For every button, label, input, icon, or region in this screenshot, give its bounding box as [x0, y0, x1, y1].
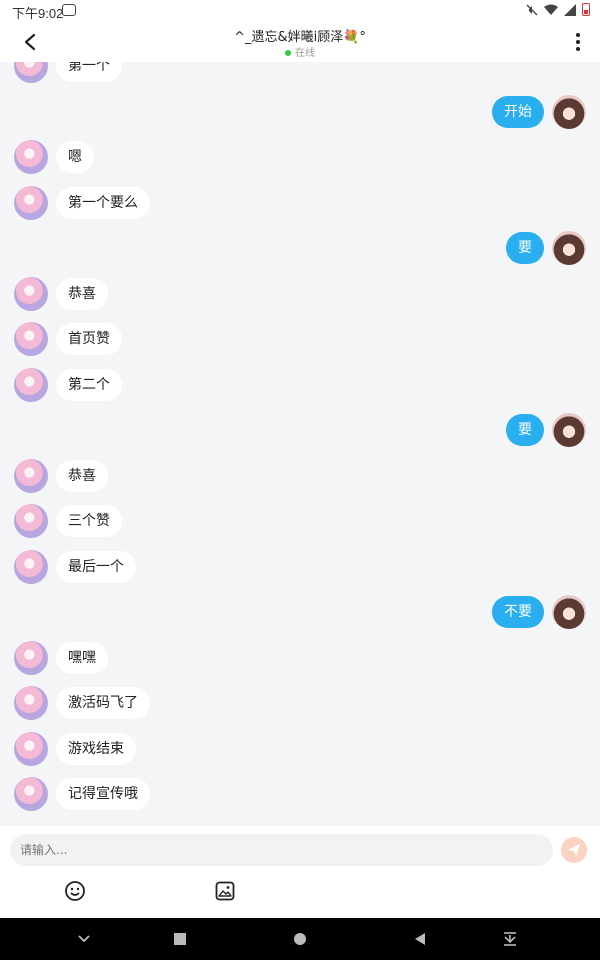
message-bubble[interactable]: 激活码飞了: [56, 687, 150, 719]
self-avatar[interactable]: [552, 595, 586, 629]
contact-avatar[interactable]: [14, 504, 48, 538]
contact-avatar[interactable]: [14, 641, 48, 675]
online-status: 在线: [0, 44, 600, 59]
contact-avatar[interactable]: [14, 777, 48, 811]
message-bubble[interactable]: 三个赞: [56, 505, 122, 537]
message-list[interactable]: 第一个 开始 嗯 第一个要么 要 恭喜 首页赞 第二个 要 恭喜 三个赞 最后一…: [0, 62, 600, 826]
battery-icon: [582, 3, 590, 16]
message-bubble[interactable]: 最后一个: [56, 551, 136, 583]
wifi-icon: [544, 4, 558, 15]
message-bubble[interactable]: 嗯: [56, 141, 94, 173]
system-nav-bar: [0, 918, 600, 960]
contact-avatar[interactable]: [14, 550, 48, 584]
download-icon[interactable]: [501, 930, 519, 948]
message-bubble[interactable]: 不要: [492, 596, 544, 628]
contact-avatar[interactable]: [14, 186, 48, 220]
contact-avatar[interactable]: [14, 140, 48, 174]
self-avatar[interactable]: [552, 231, 586, 265]
message-bubble[interactable]: 游戏结束: [56, 733, 136, 765]
circle-home-icon[interactable]: [291, 930, 309, 948]
message-input[interactable]: [10, 834, 553, 866]
message-bubble[interactable]: 恭喜: [56, 460, 108, 492]
contact-avatar[interactable]: [14, 732, 48, 766]
contact-avatar[interactable]: [14, 368, 48, 402]
emoji-icon[interactable]: [64, 880, 86, 902]
message-bubble[interactable]: 记得宣传哦: [56, 778, 150, 810]
contact-avatar[interactable]: [14, 322, 48, 356]
triangle-back-icon[interactable]: [411, 930, 429, 948]
message-bubble[interactable]: 开始: [492, 96, 544, 128]
message-bubble[interactable]: 嘿嘿: [56, 642, 108, 674]
contact-avatar[interactable]: [14, 459, 48, 493]
square-recents-icon[interactable]: [171, 930, 189, 948]
send-icon[interactable]: [561, 837, 587, 863]
image-icon[interactable]: [214, 880, 236, 902]
chat-title: ^_遗忘&姅曦i顾泽💐°: [234, 30, 366, 45]
status-time: 下午9:02: [12, 6, 64, 21]
mute-icon: [526, 4, 538, 15]
contact-avatar[interactable]: [14, 62, 48, 83]
chat-header: ^_遗忘&姅曦i顾泽💐° 在线: [0, 22, 600, 62]
status-icons: [526, 3, 590, 16]
more-vertical-icon[interactable]: [566, 28, 590, 56]
message-bubble[interactable]: 恭喜: [56, 278, 108, 310]
status-bar: 下午9:02: [0, 0, 600, 22]
collapse-keyboard-icon[interactable]: [75, 930, 93, 948]
self-avatar[interactable]: [552, 413, 586, 447]
online-dot-icon: [285, 50, 291, 56]
online-status-label: 在线: [295, 48, 315, 59]
contact-avatar[interactable]: [14, 277, 48, 311]
message-bubble[interactable]: 第二个: [56, 369, 122, 401]
message-bubble[interactable]: 首页赞: [56, 323, 122, 355]
message-bubble[interactable]: 第一个: [56, 62, 122, 82]
message-bubble[interactable]: 要: [506, 414, 544, 446]
self-avatar[interactable]: [552, 95, 586, 129]
signal-icon: [564, 3, 576, 16]
notification-icon: [62, 4, 76, 16]
contact-avatar[interactable]: [14, 686, 48, 720]
message-bubble[interactable]: 要: [506, 232, 544, 264]
composer: [0, 826, 600, 918]
message-bubble[interactable]: 第一个要么: [56, 187, 150, 219]
